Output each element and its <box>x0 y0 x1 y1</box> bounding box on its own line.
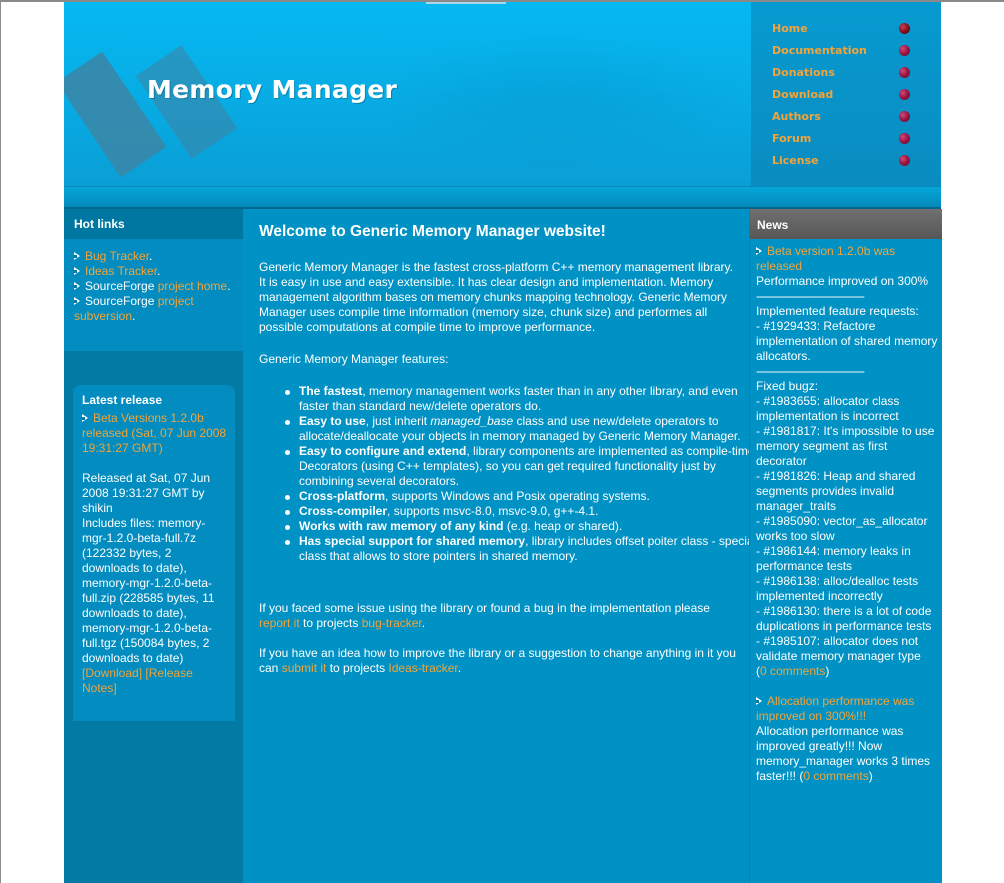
project-home-link[interactable]: project home <box>158 279 227 293</box>
news-header: News <box>750 209 942 239</box>
release-headline-link[interactable]: Beta Versions 1.2.0b released (Sat, 07 J… <box>82 411 226 455</box>
site-title: Memory Manager <box>147 75 398 104</box>
news-title: News <box>757 218 789 232</box>
bullet-active-icon <box>899 23 910 34</box>
features-title: Generic Memory Manager features: <box>259 352 449 366</box>
hot-links-list: Bug Tracker. Ideas Tracker. SourceForge … <box>74 249 234 324</box>
feature-item: Cross-platform, supports Windows and Pos… <box>285 489 764 504</box>
report-it-link[interactable]: report it <box>259 616 300 630</box>
nav-label: Home <box>772 22 808 35</box>
window-left-border <box>0 0 1 883</box>
feature-item: Cross-compiler, supports msvc-8.0, msvc-… <box>285 504 764 519</box>
hot-links-header: Hot links <box>64 209 243 239</box>
hot-link-item: Bug Tracker. <box>74 249 234 264</box>
arrow-bullet-icon <box>74 282 81 291</box>
nav-item-authors[interactable]: Authors <box>772 109 922 127</box>
release-info: Released at Sat, 07 Jun 2008 19:31:27 GM… <box>82 471 211 515</box>
bug-report-paragraph: If you faced some issue using the librar… <box>259 601 710 630</box>
nav-label: Download <box>772 88 834 101</box>
arrow-bullet-icon <box>756 247 763 256</box>
nav-item-donations[interactable]: Donations <box>772 65 922 83</box>
news-sidebar: News Beta version 1.2.0b was released Pe… <box>749 209 942 883</box>
feature-item: Easy to use, just inherit managed_base c… <box>285 414 764 444</box>
bug-tracker-link[interactable]: bug-tracker <box>362 616 422 630</box>
bullet-icon <box>899 89 910 100</box>
feature-item: Easy to configure and extend, library co… <box>285 444 764 489</box>
hot-link-item: Ideas Tracker. <box>74 264 234 279</box>
news-list: Beta version 1.2.0b was released Perform… <box>756 244 940 784</box>
bullet-icon <box>899 133 910 144</box>
submit-it-link[interactable]: submit it <box>282 661 327 675</box>
hot-link-item: SourceForge project home. <box>74 279 234 294</box>
nav-label: Forum <box>772 132 812 145</box>
nav-item-home[interactable]: Home <box>772 21 922 39</box>
bullet-icon <box>899 45 910 56</box>
latest-release-title: Latest release <box>82 393 163 407</box>
news-item: Allocation performance was improved on 3… <box>756 694 931 783</box>
release-files: Includes files: memory-mgr-1.2.0-beta-fu… <box>82 516 215 665</box>
feature-item: The fastest, memory management works fas… <box>285 384 764 414</box>
idea-paragraph: If you have an idea how to improve the l… <box>259 646 736 675</box>
feature-item: Works with raw memory of any kind (e.g. … <box>285 519 764 534</box>
header-banner: Memory Manager Home Documentation Donati… <box>64 2 941 186</box>
main-nav: Home Documentation Donations Download Au… <box>751 2 941 186</box>
feature-item: Has special support for shared memory, l… <box>285 534 764 564</box>
banner-highlight <box>426 2 506 4</box>
latest-release-panel: Latest release Beta Versions 1.2.0b rele… <box>73 385 235 721</box>
download-link[interactable]: [Download] <box>82 666 142 680</box>
bullet-icon <box>899 155 910 166</box>
bullet-icon <box>899 67 910 78</box>
arrow-bullet-icon <box>82 414 89 423</box>
banner-texture <box>364 32 744 172</box>
bug-tracker-link[interactable]: Bug Tracker <box>85 249 149 263</box>
ideas-tracker-link[interactable]: Ideas-tracker <box>388 661 457 675</box>
divider: ------------------------------------ <box>756 289 865 303</box>
ideas-tracker-link[interactable]: Ideas Tracker <box>85 264 157 278</box>
main-content: Welcome to Generic Memory Manager websit… <box>244 209 756 883</box>
news-headline-link[interactable]: Allocation performance was improved on 3… <box>756 694 914 723</box>
nav-label: Documentation <box>772 44 867 57</box>
arrow-bullet-icon <box>74 252 81 261</box>
hot-links-title: Hot links <box>74 217 125 231</box>
latest-release-body: Beta Versions 1.2.0b released (Sat, 07 J… <box>82 411 230 696</box>
nav-item-forum[interactable]: Forum <box>772 131 922 149</box>
features-list: The fastest, memory management works fas… <box>259 384 764 564</box>
nav-label: Authors <box>772 110 821 123</box>
comments-link[interactable]: 0 comments <box>803 769 868 783</box>
nav-item-license[interactable]: License <box>772 153 922 171</box>
nav-label: License <box>772 154 819 167</box>
divider: ------------------------------------ <box>756 364 865 378</box>
header-bar <box>64 186 941 208</box>
left-sidebar: Hot links Bug Tracker. Ideas Tracker. So… <box>64 209 243 883</box>
page-heading: Welcome to Generic Memory Manager websit… <box>259 223 606 240</box>
news-headline-link[interactable]: Beta version 1.2.0b was released <box>756 244 895 273</box>
nav-item-documentation[interactable]: Documentation <box>772 43 922 61</box>
bullet-icon <box>899 111 910 122</box>
arrow-bullet-icon <box>74 297 81 306</box>
arrow-bullet-icon <box>756 697 763 706</box>
nav-label: Donations <box>772 66 835 79</box>
hot-links-panel: Bug Tracker. Ideas Tracker. SourceForge … <box>64 239 243 351</box>
intro-paragraph: Generic Memory Manager is the fastest cr… <box>259 260 733 334</box>
news-item: Beta version 1.2.0b was released Perform… <box>756 244 938 678</box>
comments-link[interactable]: 0 comments <box>760 664 825 678</box>
arrow-bullet-icon <box>74 267 81 276</box>
page: Memory Manager Home Documentation Donati… <box>64 2 942 883</box>
nav-item-download[interactable]: Download <box>772 87 922 105</box>
hot-link-item: SourceForge project subversion. <box>74 294 194 323</box>
